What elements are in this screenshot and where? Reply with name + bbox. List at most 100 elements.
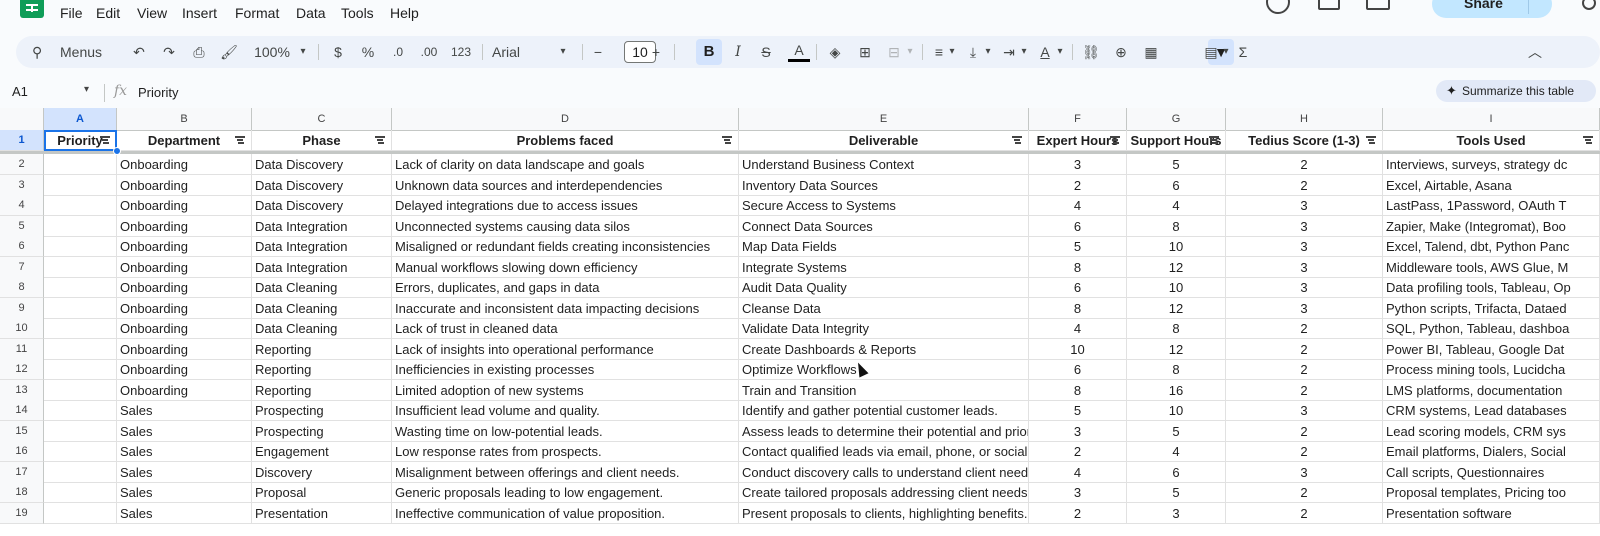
table-cell[interactable]: Python scripts, Trifacta, Dataed [1383, 297, 1600, 319]
redo-icon[interactable]: ↷ [158, 36, 180, 68]
table-cell[interactable]: 2 [1029, 441, 1127, 462]
table-cell[interactable]: Onboarding [117, 297, 252, 319]
table-cell[interactable]: 10 [1127, 236, 1226, 257]
strikethrough-button[interactable]: S [756, 36, 776, 68]
table-cell[interactable] [44, 215, 117, 237]
table-cell[interactable]: 6 [1029, 277, 1127, 298]
table-cell[interactable]: Excel, Talend, dbt, Python Panc [1383, 236, 1600, 257]
table-cell[interactable]: Middleware tools, AWS Glue, M [1383, 256, 1600, 278]
menus-search[interactable]: ⚲ Menus [18, 38, 122, 66]
insert-chart-icon[interactable]: ▦ [1140, 36, 1162, 68]
meet-icon[interactable] [1366, 0, 1390, 10]
table-cell[interactable]: Low response rates from prospects. [392, 441, 739, 462]
table-cell[interactable]: Unconnected systems causing data silos [392, 215, 739, 237]
table-cell[interactable]: Onboarding [117, 215, 252, 237]
table-cell[interactable]: Process mining tools, Lucidcha [1383, 359, 1600, 380]
paint-format-icon[interactable]: 🖌 [218, 36, 240, 68]
table-cell[interactable]: Presentation [252, 502, 392, 524]
merge-chevron-down-icon[interactable]: ▾ [904, 36, 916, 68]
table-cell[interactable]: Delayed integrations due to access issue… [392, 195, 739, 216]
table-cell[interactable]: Data Cleaning [252, 318, 392, 339]
functions-button[interactable]: Σ [1232, 36, 1254, 68]
table-cell[interactable]: Onboarding [117, 256, 252, 278]
menu-edit[interactable]: Edit [96, 5, 120, 21]
table-cell[interactable]: Generic proposals leading to low engagem… [392, 482, 739, 503]
header-cell[interactable]: Tools Used [1383, 130, 1600, 151]
column-filter-icon[interactable] [722, 136, 732, 144]
table-cell[interactable]: Sales [117, 420, 252, 442]
table-cell[interactable]: Onboarding [117, 236, 252, 257]
table-cell[interactable]: 8 [1029, 297, 1127, 319]
share-button[interactable]: Share [1432, 0, 1552, 18]
menu-tools[interactable]: Tools [341, 5, 374, 21]
table-cell[interactable]: Onboarding [117, 379, 252, 401]
table-cell[interactable]: Errors, duplicates, and gaps in data [392, 277, 739, 298]
table-cell[interactable] [44, 154, 117, 175]
row-header[interactable]: 14 [0, 400, 44, 421]
formula-input[interactable]: Priority [138, 85, 178, 100]
table-cell[interactable]: 12 [1127, 256, 1226, 278]
italic-button[interactable]: I [728, 36, 748, 68]
row-header[interactable]: 15 [0, 420, 44, 442]
column-header-i[interactable]: I [1383, 108, 1600, 130]
header-cell[interactable]: Tedius Score (1-3) [1226, 130, 1383, 151]
row-header[interactable]: 17 [0, 461, 44, 483]
row-header[interactable]: 13 [0, 379, 44, 401]
row-header[interactable]: 2 [0, 154, 44, 175]
table-cell[interactable]: Manual workflows slowing down efficiency [392, 256, 739, 278]
table-cell[interactable]: 12 [1127, 338, 1226, 360]
menu-view[interactable]: View [137, 5, 167, 21]
table-cell[interactable]: 2 [1029, 174, 1127, 196]
row-header[interactable]: 5 [0, 215, 44, 237]
undo-icon[interactable]: ↶ [128, 36, 150, 68]
table-cell[interactable]: Validate Data Integrity [739, 318, 1029, 339]
table-cell[interactable]: Presentation software [1383, 502, 1600, 524]
table-cell[interactable]: Inaccurate and inconsistent data impacti… [392, 297, 739, 319]
table-cell[interactable]: SQL, Python, Tableau, dashboa [1383, 318, 1600, 339]
column-filter-icon[interactable] [1209, 136, 1219, 144]
sheets-logo-icon[interactable] [20, 0, 44, 18]
comments-icon[interactable] [1318, 0, 1340, 10]
table-cell[interactable]: Email platforms, Dialers, Social [1383, 441, 1600, 462]
table-cell[interactable]: 5 [1127, 154, 1226, 175]
column-header-e[interactable]: E [739, 108, 1029, 130]
table-cell[interactable] [44, 461, 117, 483]
table-cell[interactable]: 3 [1226, 400, 1383, 421]
version-history-icon[interactable] [1266, 0, 1290, 14]
halign-chevron-down-icon[interactable]: ▾ [946, 36, 958, 68]
table-cell[interactable]: LMS platforms, documentation [1383, 379, 1600, 401]
table-cell[interactable]: LastPass, 1Password, OAuth T [1383, 195, 1600, 216]
table-cell[interactable] [44, 318, 117, 339]
account-icon[interactable] [1582, 0, 1596, 10]
table-cell[interactable]: 8 [1029, 256, 1127, 278]
table-cell[interactable]: 2 [1226, 338, 1383, 360]
rotation-chevron-down-icon[interactable]: ▾ [1054, 36, 1066, 68]
table-cell[interactable]: Connect Data Sources [739, 215, 1029, 237]
column-header-c[interactable]: C [252, 108, 392, 130]
fill-color-icon[interactable]: ◈ [824, 36, 846, 68]
table-cell[interactable]: Onboarding [117, 277, 252, 298]
filter-views-chevron-down-icon[interactable]: ▾ [1220, 36, 1232, 68]
table-cell[interactable]: 4 [1029, 318, 1127, 339]
zoom-chevron-down-icon[interactable]: ▾ [296, 36, 310, 68]
menu-help[interactable]: Help [390, 5, 419, 21]
table-cell[interactable]: Onboarding [117, 174, 252, 196]
wrap-chevron-down-icon[interactable]: ▾ [1018, 36, 1030, 68]
table-cell[interactable]: 6 [1029, 359, 1127, 380]
table-cell[interactable]: Data Integration [252, 215, 392, 237]
table-cell[interactable]: Contact qualified leads via email, phone… [739, 441, 1029, 462]
table-cell[interactable]: Optimize Workflows [739, 359, 1029, 380]
header-cell[interactable]: Phase [252, 130, 392, 151]
table-cell[interactable] [44, 174, 117, 196]
frozen-row-divider[interactable] [0, 151, 1600, 154]
table-cell[interactable]: Lack of clarity on data landscape and go… [392, 154, 739, 175]
table-cell[interactable]: 5 [1127, 482, 1226, 503]
table-cell[interactable]: 2 [1226, 482, 1383, 503]
table-cell[interactable]: Data Discovery [252, 195, 392, 216]
table-cell[interactable]: Onboarding [117, 318, 252, 339]
row-header[interactable]: 12 [0, 359, 44, 380]
table-cell[interactable]: Train and Transition [739, 379, 1029, 401]
table-cell[interactable]: Lack of trust in cleaned data [392, 318, 739, 339]
menu-data[interactable]: Data [296, 5, 326, 21]
column-header-d[interactable]: D [392, 108, 739, 130]
